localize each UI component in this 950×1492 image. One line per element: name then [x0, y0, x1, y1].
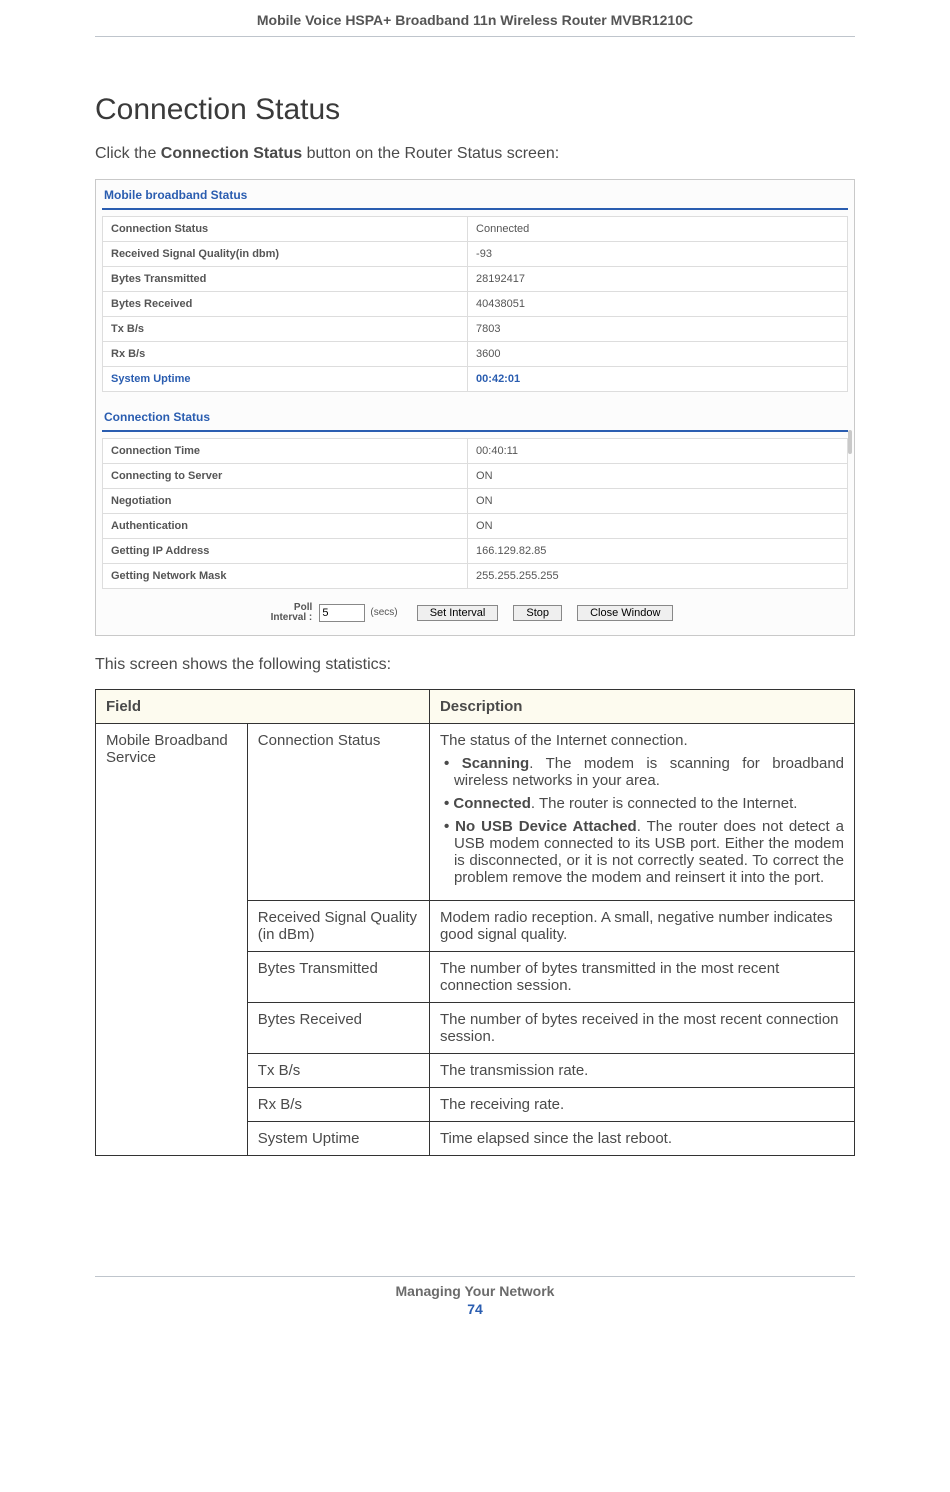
- footer-page-number: 74: [95, 1301, 855, 1317]
- stat-label: Connecting to Server: [103, 463, 468, 488]
- stat-row: Connecting to ServerON: [103, 463, 848, 488]
- stat-value: ON: [468, 513, 848, 538]
- intro-bold: Connection Status: [161, 145, 302, 162]
- stat-label: Connection Status: [103, 216, 468, 241]
- bullet-item: Connected. The router is connected to th…: [440, 795, 844, 812]
- stat-label: Getting Network Mask: [103, 563, 468, 588]
- table-row: Mobile Broadband ServiceConnection Statu…: [96, 724, 855, 901]
- stat-row: Connection StatusConnected: [103, 216, 848, 241]
- section-heading: Connection Status: [95, 93, 855, 127]
- stat-value: 166.129.82.85: [468, 538, 848, 563]
- poll-label-line2: Interval :: [271, 612, 313, 623]
- document-title: Mobile Voice HSPA+ Broadband 11n Wireles…: [95, 0, 855, 28]
- field-description: Modem radio reception. A small, negative…: [429, 901, 854, 952]
- stat-row: Bytes Received40438051: [103, 291, 848, 316]
- close-window-button[interactable]: Close Window: [577, 605, 673, 621]
- stat-label: Bytes Received: [103, 291, 468, 316]
- footer-chapter: Managing Your Network: [95, 1283, 855, 1299]
- bullet-item: Scanning. The modem is scanning for broa…: [440, 755, 844, 789]
- stat-row: Getting IP Address166.129.82.85: [103, 538, 848, 563]
- stat-value: -93: [468, 241, 848, 266]
- stat-value: 28192417: [468, 266, 848, 291]
- secs-label: (secs): [370, 607, 397, 618]
- stat-row: AuthenticationON: [103, 513, 848, 538]
- stat-row: Received Signal Quality(in dbm)-93: [103, 241, 848, 266]
- divider: [102, 430, 848, 432]
- stat-value: 00:42:01: [468, 366, 848, 391]
- scrollbar-hint: [848, 430, 852, 454]
- bullet-item: No USB Device Attached. The router does …: [440, 818, 844, 886]
- stat-value: ON: [468, 488, 848, 513]
- poll-controls: Poll Interval : (secs) Set Interval Stop…: [96, 589, 854, 629]
- col-header-description: Description: [429, 690, 854, 724]
- divider: [102, 208, 848, 210]
- col-header-field: Field: [96, 690, 430, 724]
- stat-row: System Uptime00:42:01: [103, 366, 848, 391]
- stat-value: 3600: [468, 341, 848, 366]
- conn-status-table: Connection Time00:40:11Connecting to Ser…: [102, 438, 848, 589]
- field-name: Received Signal Quality (in dBm): [247, 901, 429, 952]
- field-description: The transmission rate.: [429, 1054, 854, 1088]
- stat-value: 255.255.255.255: [468, 563, 848, 588]
- field-name: Rx B/s: [247, 1088, 429, 1122]
- field-description: The number of bytes transmitted in the m…: [429, 952, 854, 1003]
- conn-status-heading: Connection Status: [96, 402, 854, 426]
- stat-label: Authentication: [103, 513, 468, 538]
- stat-value: 40438051: [468, 291, 848, 316]
- intro-paragraph: Click the Connection Status button on th…: [95, 143, 855, 165]
- stat-row: Bytes Transmitted28192417: [103, 266, 848, 291]
- field-name: Tx B/s: [247, 1054, 429, 1088]
- field-name: Bytes Transmitted: [247, 952, 429, 1003]
- mbb-status-table: Connection StatusConnectedReceived Signa…: [102, 216, 848, 392]
- stat-value: ON: [468, 463, 848, 488]
- stat-row: Rx B/s3600: [103, 341, 848, 366]
- stat-value: Connected: [468, 216, 848, 241]
- intro-post: button on the Router Status screen:: [302, 145, 559, 162]
- stat-value: 7803: [468, 316, 848, 341]
- field-name: Connection Status: [247, 724, 429, 901]
- stat-label: Rx B/s: [103, 341, 468, 366]
- field-name: Bytes Received: [247, 1003, 429, 1054]
- stat-row: NegotiationON: [103, 488, 848, 513]
- field-name: System Uptime: [247, 1122, 429, 1156]
- footer-divider: [95, 1276, 855, 1277]
- intro-pre: Click the: [95, 145, 161, 162]
- stat-label: System Uptime: [103, 366, 468, 391]
- status-screenshot-panel: Mobile broadband Status Connection Statu…: [95, 179, 855, 636]
- mbb-status-heading: Mobile broadband Status: [96, 180, 854, 204]
- group-label: Mobile Broadband Service: [96, 724, 248, 1156]
- caption-text: This screen shows the following statisti…: [95, 654, 855, 676]
- stat-label: Getting IP Address: [103, 538, 468, 563]
- stat-label: Tx B/s: [103, 316, 468, 341]
- field-description-table: Field Description Mobile Broadband Servi…: [95, 689, 855, 1156]
- stat-label: Received Signal Quality(in dbm): [103, 241, 468, 266]
- stat-label: Negotiation: [103, 488, 468, 513]
- top-divider: [95, 36, 855, 37]
- field-description: Time elapsed since the last reboot.: [429, 1122, 854, 1156]
- stat-row: Connection Time00:40:11: [103, 438, 848, 463]
- stop-button[interactable]: Stop: [513, 605, 562, 621]
- set-interval-button[interactable]: Set Interval: [417, 605, 499, 621]
- stat-row: Tx B/s7803: [103, 316, 848, 341]
- stat-value: 00:40:11: [468, 438, 848, 463]
- field-description: The status of the Internet connection.Sc…: [429, 724, 854, 901]
- field-description: The receiving rate.: [429, 1088, 854, 1122]
- stat-label: Connection Time: [103, 438, 468, 463]
- poll-interval-label: Poll Interval :: [271, 603, 313, 623]
- stat-row: Getting Network Mask255.255.255.255: [103, 563, 848, 588]
- poll-interval-input[interactable]: [319, 604, 365, 622]
- stat-label: Bytes Transmitted: [103, 266, 468, 291]
- field-description: The number of bytes received in the most…: [429, 1003, 854, 1054]
